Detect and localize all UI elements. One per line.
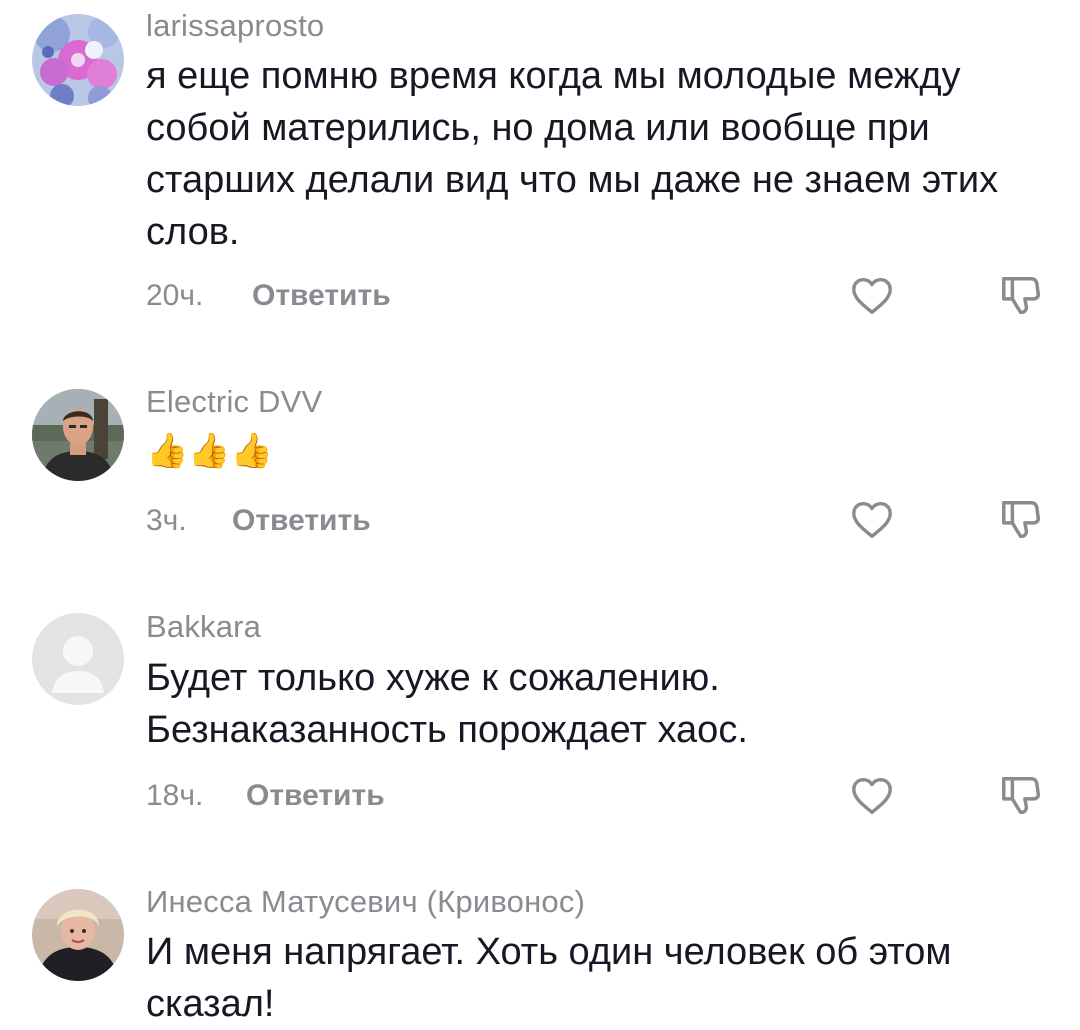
comment-timestamp: 18ч.	[146, 779, 204, 812]
comment-text: 👍👍👍	[146, 432, 274, 470]
comment-username[interactable]: Bakkara	[146, 609, 261, 645]
thumbs-down-outline-icon[interactable]	[998, 773, 1044, 819]
reply-button[interactable]: Ответить	[232, 504, 371, 538]
avatar[interactable]	[32, 14, 124, 106]
heart-outline-icon[interactable]	[849, 497, 895, 543]
reply-button[interactable]: Ответить	[252, 279, 391, 313]
comment-username[interactable]: Electric DVV	[146, 384, 322, 420]
comment-text: Будет только хуже к сожалению. Безнаказа…	[146, 657, 748, 751]
comment-text: я еще помню время когда мы молодые между…	[146, 55, 999, 253]
heart-outline-icon[interactable]	[849, 273, 895, 319]
thumbs-down-outline-icon[interactable]	[998, 497, 1044, 543]
avatar[interactable]	[32, 389, 124, 481]
reply-button[interactable]: Ответить	[246, 779, 385, 813]
comment-timestamp: 20ч.	[146, 279, 204, 312]
comment-text: И меня напрягает. Хоть один человек об э…	[146, 931, 952, 1025]
thumbs-down-outline-icon[interactable]	[998, 273, 1044, 319]
comment-username[interactable]: Инесса Матусевич (Кривонос)	[146, 884, 585, 920]
heart-outline-icon[interactable]	[849, 773, 895, 819]
avatar[interactable]	[32, 613, 124, 705]
comment-username[interactable]: larissaprosto	[146, 8, 324, 44]
comment-timestamp: 3ч.	[146, 504, 187, 537]
avatar[interactable]	[32, 889, 124, 981]
